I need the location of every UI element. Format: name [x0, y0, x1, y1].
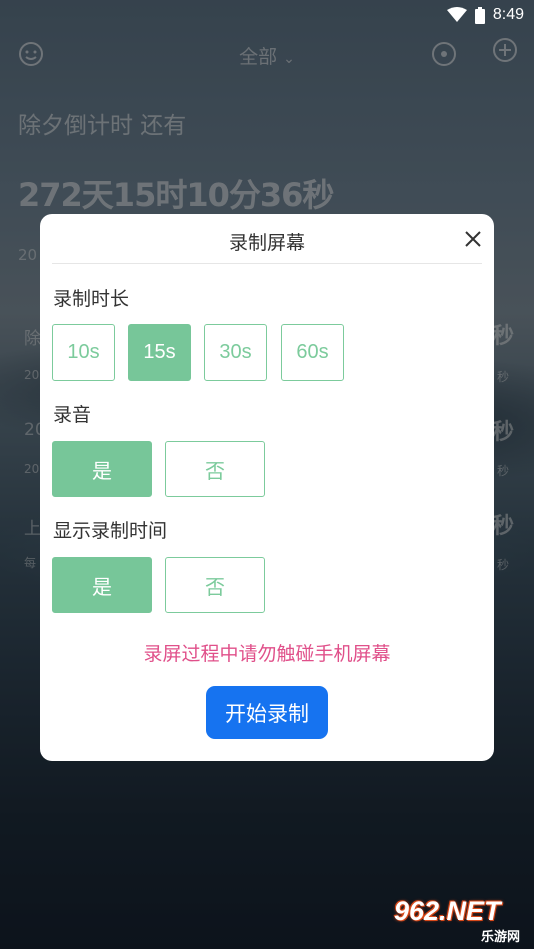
audio-yes-button[interactable]: 是: [52, 441, 152, 497]
battery-icon: [474, 6, 485, 24]
duration-option-60s[interactable]: 60s: [281, 324, 344, 381]
watermark-logo: 962.NET 乐游网: [394, 896, 528, 945]
divider: [52, 263, 482, 264]
audio-label: 录音: [53, 404, 92, 426]
show-time-yes-button[interactable]: 是: [52, 557, 152, 613]
watermark-main: 962.NET: [394, 896, 501, 926]
audio-no-button[interactable]: 否: [165, 441, 265, 497]
dialog-title: 录制屏幕: [228, 232, 305, 254]
wifi-icon: [446, 7, 467, 22]
start-recording-button[interactable]: 开始录制: [206, 686, 328, 739]
duration-option-15s[interactable]: 15s: [128, 324, 191, 381]
watermark-sub: 乐游网: [480, 930, 520, 945]
show-time-no-button[interactable]: 否: [165, 557, 265, 613]
record-screen-dialog: 录制屏幕 录制时长 10s 15s 30s 60s 录音 是 否 显示录制时间 …: [40, 214, 494, 761]
duration-option-30s[interactable]: 30s: [204, 324, 267, 381]
status-bar: 8:49: [0, 0, 534, 30]
close-icon[interactable]: [462, 228, 484, 250]
warning-text: 录屏过程中请勿触碰手机屏幕: [143, 643, 391, 665]
show-time-label: 显示录制时间: [53, 520, 168, 542]
status-time: 8:49: [492, 6, 524, 23]
duration-label: 录制时长: [53, 288, 130, 310]
duration-option-10s[interactable]: 10s: [52, 324, 115, 381]
